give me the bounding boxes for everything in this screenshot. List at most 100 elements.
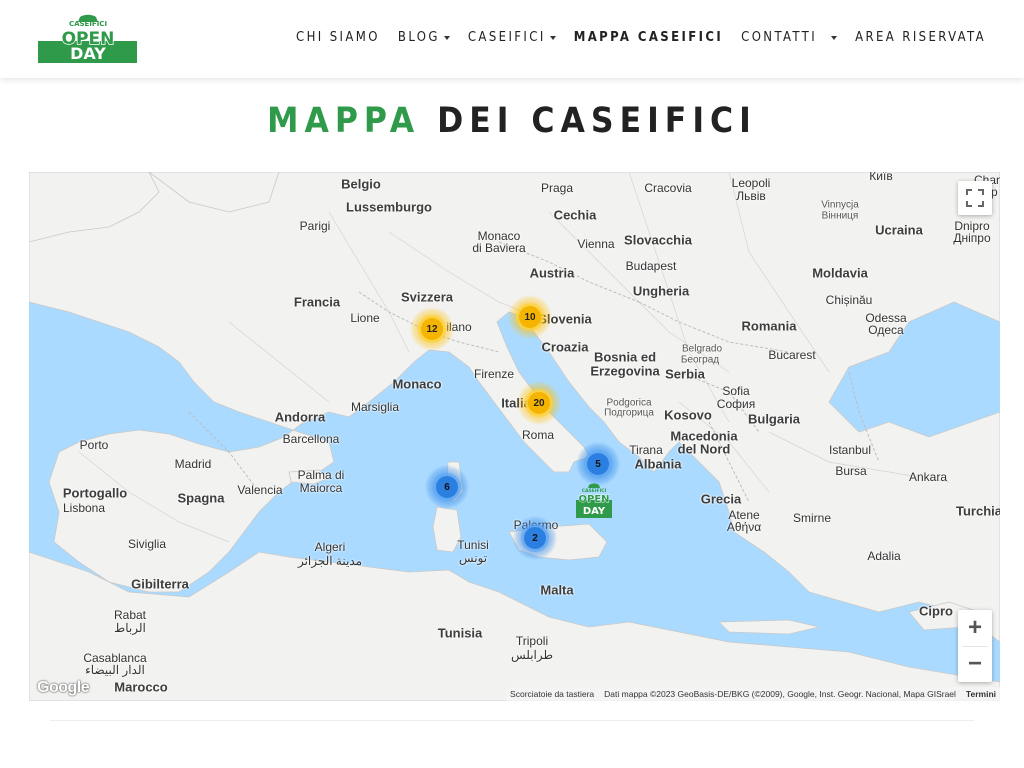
map-label: Palma di: [297, 468, 345, 482]
cluster-count: 12: [421, 318, 443, 340]
map-label: Tripoli: [515, 634, 549, 648]
page-title: MAPPA DEI CASEIFICI: [0, 101, 1024, 141]
map-label: Vienna: [577, 237, 615, 251]
map-label: Tirana: [629, 443, 663, 457]
map-label: Ankara: [908, 470, 948, 484]
map-label: Lussemburgo: [346, 199, 432, 215]
map-label: Bursa: [835, 464, 867, 478]
map-label: Austria: [529, 265, 575, 281]
marker-cluster[interactable]: 20: [517, 381, 561, 425]
map-label: Firenze: [473, 367, 515, 381]
map-label: Leopoli: [731, 176, 771, 190]
map-label: Malta: [540, 582, 574, 598]
nav-chi-siamo[interactable]: CHI SIAMO: [296, 30, 380, 45]
cluster-count: 20: [528, 392, 550, 414]
map-label: Подгорица: [604, 407, 654, 419]
map-label: Vinnycja: [821, 199, 859, 211]
map-label: Marocco: [114, 679, 168, 695]
map-label: Sofia: [722, 384, 750, 398]
map-label: Romania: [741, 318, 797, 334]
openday-map-pin[interactable]: CASEIFICI OPEN DAY: [575, 483, 613, 519]
map-label: Parigi: [299, 219, 331, 233]
map-label: Monaco: [392, 376, 442, 392]
map-label: Belgio: [341, 176, 381, 192]
map-label: del Nord: [677, 441, 731, 457]
nav-contatti-label: CONTATTI: [741, 30, 818, 45]
logo-line2: DAY: [70, 44, 106, 63]
fullscreen-icon: [966, 189, 984, 207]
nav-caseifici[interactable]: CASEIFICI: [468, 30, 556, 45]
map-label: Slovacchia: [624, 232, 692, 248]
marker-cluster[interactable]: 6: [425, 465, 469, 509]
map-label: Maiorca: [299, 481, 343, 495]
nav-contatti[interactable]: CONTATTI: [741, 30, 838, 45]
map-label: Rabat: [113, 608, 147, 622]
map-label: Turchia: [956, 503, 1000, 519]
map-label: Αθήνα: [726, 520, 762, 534]
map-label: مدينة الجزائر: [297, 554, 363, 568]
map-label: Ucraina: [875, 222, 923, 238]
map-label: Erzegovina: [590, 363, 660, 379]
map-label: Istanbul: [828, 443, 872, 457]
caret-down-icon: [831, 35, 838, 40]
cluster-count: 2: [524, 527, 546, 549]
map-label: Bucarest: [768, 348, 816, 362]
nav-chi-siamo-label: CHI SIAMO: [296, 30, 380, 45]
map-label: الرباط: [114, 621, 146, 635]
map-label: Croazia: [541, 339, 589, 355]
nav-caseifici-label: CASEIFICI: [467, 30, 546, 45]
map-label: Львів: [736, 189, 766, 203]
marker-cluster[interactable]: 12: [410, 307, 454, 351]
nav-mappa-caseifici[interactable]: MAPPA CASEIFICI: [574, 30, 723, 45]
map-canvas[interactable]: Belgio Lussemburgo Parigi Francia Lione …: [29, 172, 1000, 701]
map-label: Grecia: [700, 491, 742, 507]
map-label: Porto: [79, 438, 109, 452]
map-label: Spagna: [177, 490, 225, 506]
map-label: Bosnia ed: [593, 349, 657, 365]
openday-logo[interactable]: CASEIFICI OPEN DAY: [38, 14, 138, 64]
keyboard-shortcuts-link[interactable]: Scorciatoie da tastiera: [510, 689, 594, 699]
map-label: Tunisia: [437, 625, 483, 641]
openday-pin-icon: CASEIFICI OPEN DAY: [576, 483, 612, 518]
fullscreen-button[interactable]: [958, 181, 992, 215]
cluster-count: 10: [519, 306, 541, 328]
map-label: Andorra: [274, 409, 326, 425]
pin-line2: DAY: [583, 506, 606, 517]
nav-blog[interactable]: BLOG: [398, 30, 450, 45]
map-label: Вінниця: [821, 210, 859, 222]
caret-down-icon: [443, 35, 450, 40]
cluster-count: 6: [436, 476, 458, 498]
marker-cluster[interactable]: 10: [508, 295, 552, 339]
map-label: Gibilterra: [131, 576, 189, 592]
map-label: Cechia: [553, 207, 597, 223]
pin-line1: OPEN: [578, 494, 609, 505]
marker-cluster[interactable]: 2: [513, 516, 557, 560]
map-label: الدار البيضاء: [85, 663, 145, 677]
zoom-in-button[interactable]: +: [958, 610, 992, 646]
marker-cluster[interactable]: 5: [576, 442, 620, 486]
map-label: Одеса: [868, 323, 904, 337]
google-logo: Google: [37, 679, 90, 696]
map-label: طرابلس: [510, 648, 554, 662]
map-label: di Baviera: [472, 241, 526, 255]
logo-top-text: CASEIFICI: [69, 20, 107, 28]
map-label: Adalia: [867, 549, 901, 563]
map-label: Marsiglia: [350, 400, 400, 414]
map-label: Lione: [350, 311, 380, 325]
map-label: Svizzera: [400, 289, 454, 305]
map-label: Praga: [540, 181, 574, 195]
nav-blog-label: BLOG: [397, 30, 440, 45]
map-label: Albania: [634, 456, 682, 472]
map-label: Cracovia: [644, 181, 692, 195]
map-label: Београд: [680, 354, 720, 366]
map-label: Moldavia: [812, 265, 868, 281]
map-label: Valencia: [237, 483, 283, 497]
map-label: Tunisi: [457, 538, 489, 552]
terms-link[interactable]: Termini: [966, 689, 996, 699]
nav-area-riservata[interactable]: AREA RISERVATA: [855, 30, 986, 45]
map-label: Lisbona: [62, 501, 106, 515]
zoom-out-button[interactable]: −: [958, 646, 992, 682]
map-label: Bulgaria: [747, 411, 801, 427]
map-label: Portogallo: [62, 485, 128, 501]
zoom-control: + −: [958, 610, 992, 682]
